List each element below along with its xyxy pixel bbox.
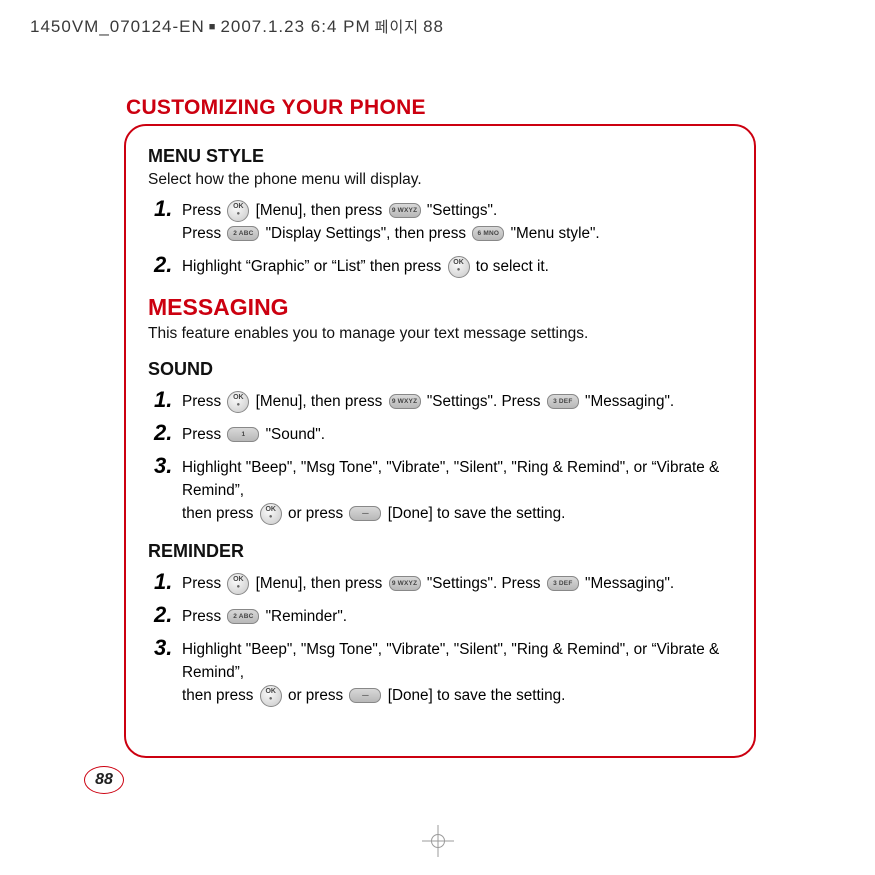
heading-sound: SOUND	[148, 359, 732, 380]
key-9-icon: 9 WXYZ	[389, 203, 421, 218]
heading-messaging: MESSAGING	[148, 294, 732, 321]
key-9-icon: 9 WXYZ	[389, 394, 421, 409]
page-number: 88	[84, 766, 124, 794]
step-body: Press 2 ABC "Reminder".	[182, 605, 347, 628]
sound-steps: 1. Press OK [Menu], then press 9 WXYZ "S…	[148, 390, 732, 525]
list-item: 3. Highlight "Beep", "Msg Tone", "Vibrat…	[148, 456, 732, 525]
key-6-icon: 6 MNO	[472, 226, 504, 241]
ok-key-icon: OK	[448, 256, 470, 278]
step-number: 2.	[154, 605, 176, 628]
step-body: Press 1 "Sound".	[182, 423, 325, 446]
header-page-inline: 88	[423, 17, 444, 37]
page-number-badge: 88	[84, 766, 124, 794]
header-timestamp: 2007.1.23 6:4 PM	[220, 17, 370, 37]
key-1-icon: 1	[227, 427, 259, 442]
step-body: Press OK [Menu], then press 9 WXYZ "Sett…	[182, 572, 674, 595]
step-body: Press OK [Menu], then press 9 WXYZ "Sett…	[182, 390, 674, 413]
reminder-steps: 1. Press OK [Menu], then press 9 WXYZ "S…	[148, 572, 732, 707]
header-square-icon: ■	[209, 21, 217, 33]
heading-menu-style: MENU STYLE	[148, 146, 732, 167]
print-header: 1450VM_070124-EN ■ 2007.1.23 6:4 PM 페이지 …	[30, 16, 444, 37]
list-item: 1. Press OK [Menu], then press 9 WXYZ "S…	[148, 572, 732, 595]
step-number: 1.	[154, 572, 176, 595]
ok-key-icon: OK	[260, 503, 282, 525]
step-number: 2.	[154, 423, 176, 446]
ok-key-icon: OK	[227, 573, 249, 595]
list-item: 3. Highlight "Beep", "Msg Tone", "Vibrat…	[148, 638, 732, 707]
registration-mark-icon	[422, 825, 454, 857]
step-number: 3.	[154, 456, 176, 525]
key-9-icon: 9 WXYZ	[389, 576, 421, 591]
step-number: 3.	[154, 638, 176, 707]
list-item: 2. Press 1 "Sound".	[148, 423, 732, 446]
key-dash-icon: —	[349, 688, 381, 703]
heading-reminder: REMINDER	[148, 541, 732, 562]
step-number: 2.	[154, 255, 176, 278]
key-2-icon: 2 ABC	[227, 226, 259, 241]
step-number: 1.	[154, 390, 176, 413]
content-panel: MENU STYLE Select how the phone menu wil…	[124, 124, 756, 758]
list-item: 2. Highlight “Graphic” or “List” then pr…	[148, 255, 732, 278]
list-item: 1. Press OK [Menu], then press 9 WXYZ "S…	[148, 390, 732, 413]
menu-style-steps: 1. Press OK [Menu], then press 9 WXYZ "S…	[148, 199, 732, 278]
key-dash-icon: —	[349, 506, 381, 521]
step-body: Highlight “Graphic” or “List” then press…	[182, 255, 549, 278]
step-number: 1.	[154, 199, 176, 245]
menu-style-desc: Select how the phone menu will display.	[148, 171, 732, 189]
ok-key-icon: OK	[227, 200, 249, 222]
step-body: Highlight "Beep", "Msg Tone", "Vibrate",…	[182, 638, 732, 707]
list-item: 2. Press 2 ABC "Reminder".	[148, 605, 732, 628]
key-3-icon: 3 DEF	[547, 576, 579, 591]
key-3-icon: 3 DEF	[547, 394, 579, 409]
page-title: CUSTOMIZING YOUR PHONE	[126, 96, 426, 120]
ok-key-icon: OK	[260, 685, 282, 707]
ok-key-icon: OK	[227, 391, 249, 413]
step-body: Highlight "Beep", "Msg Tone", "Vibrate",…	[182, 456, 732, 525]
header-filename: 1450VM_070124-EN	[30, 17, 205, 37]
key-2-icon: 2 ABC	[227, 609, 259, 624]
list-item: 1. Press OK [Menu], then press 9 WXYZ "S…	[148, 199, 732, 245]
header-korean: 페이지	[375, 16, 419, 37]
messaging-desc: This feature enables you to manage your …	[148, 325, 732, 343]
step-body: Press OK [Menu], then press 9 WXYZ "Sett…	[182, 199, 600, 245]
